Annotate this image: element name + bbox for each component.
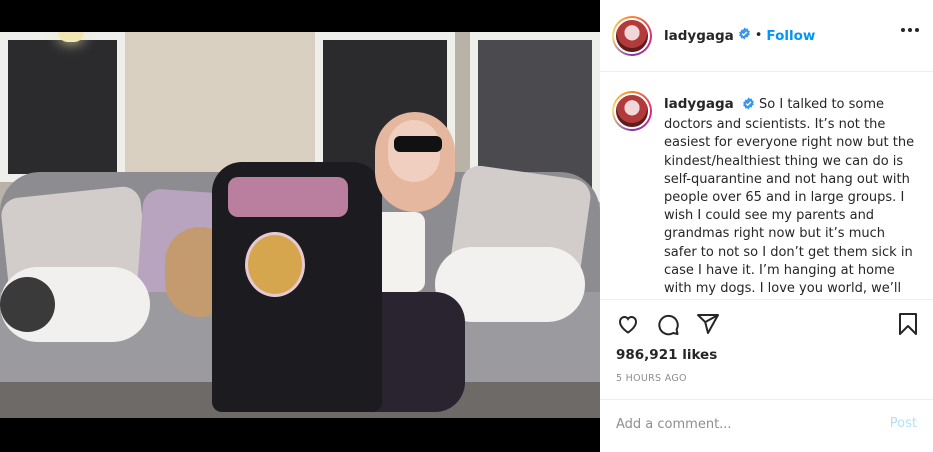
post-timestamp[interactable]: 5 HOURS AGO (616, 373, 687, 384)
comment-input[interactable] (616, 414, 876, 434)
window-left (0, 32, 125, 182)
follow-button[interactable]: Follow (766, 28, 815, 44)
verified-badge-icon (742, 97, 755, 116)
caption-text: ladygaga So I talked to some doctors and… (664, 95, 920, 298)
post-actions: 986,921 likes 5 HOURS AGO Post (600, 300, 933, 452)
header-separator: • (754, 28, 763, 43)
share-icon[interactable] (696, 312, 720, 336)
verified-badge-icon (738, 27, 751, 44)
jacket-pink-panel (228, 177, 348, 217)
caption-body: So I talked to some doctors and scientis… (664, 97, 915, 297)
post-comment-button[interactable]: Post (890, 416, 917, 431)
photo-scene (0, 32, 600, 418)
post-header: ladygaga • Follow (600, 0, 933, 72)
more-options-icon[interactable] (901, 28, 919, 32)
caption-section: ladygaga So I talked to some doctors and… (600, 73, 933, 300)
header-user-row: ladygaga • Follow (664, 27, 815, 44)
likes-count[interactable]: 986,921 likes (616, 347, 717, 363)
comment-icon[interactable] (656, 312, 680, 336)
caption-username[interactable]: ladygaga (664, 96, 734, 112)
post-photo[interactable] (0, 0, 600, 452)
jacket-tiger-patch (245, 232, 305, 297)
sunglasses (394, 136, 442, 152)
bookmark-icon[interactable] (896, 312, 920, 336)
comment-box: Post (600, 399, 933, 452)
caption-avatar[interactable] (612, 91, 652, 131)
header-username[interactable]: ladygaga (664, 28, 734, 44)
heart-icon[interactable] (616, 312, 640, 336)
dog-left-head (0, 277, 55, 332)
post-side-panel: ladygaga • Follow ladygaga So I talked t… (600, 0, 933, 452)
avatar[interactable] (612, 16, 652, 56)
